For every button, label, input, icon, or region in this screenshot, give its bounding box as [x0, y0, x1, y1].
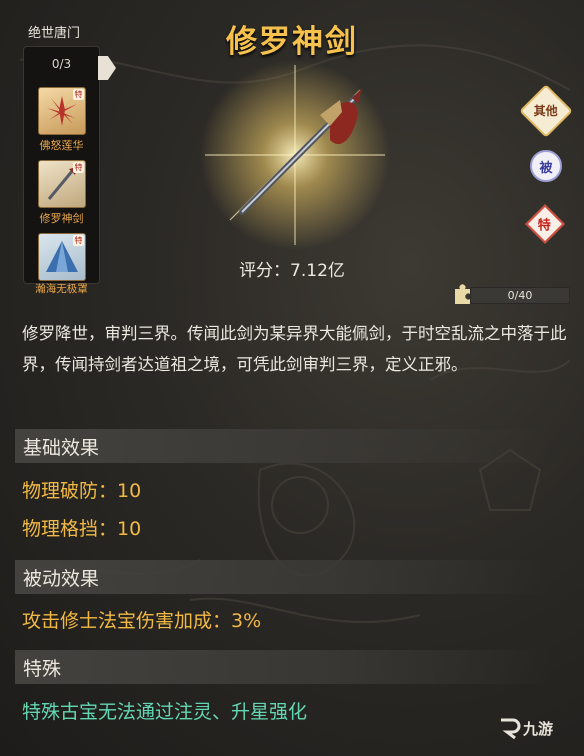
item-description: 修罗降世，审判三界。传闻此剑为某异界大能佩剑，于时空乱流之中落于此界，传闻持剑者…: [22, 324, 567, 374]
tag-passive-button[interactable]: 被: [530, 150, 562, 182]
section-basic-header: 基础效果: [15, 429, 550, 463]
section-title: 被动效果: [23, 568, 100, 590]
set-item-sword-icon[interactable]: 特: [38, 160, 86, 208]
set-item-label: 佛怒莲华: [39, 139, 84, 152]
section-title: 特殊: [23, 658, 62, 680]
site-logo: 九游: [495, 710, 575, 746]
item-score: 评分：7.12亿: [239, 261, 345, 281]
special-tag: 特: [73, 235, 84, 246]
item-title: 修罗神剑: [226, 24, 358, 60]
set-item-label: 修罗神剑: [39, 212, 84, 225]
fragment-progress-bar: 0/40: [470, 287, 570, 304]
set-item-label: 瀚海无极罩: [35, 283, 88, 295]
progress-text: 0/40: [507, 289, 533, 302]
special-tag: 特: [73, 89, 84, 100]
set-item-fonu-lianhua-icon[interactable]: 特: [38, 87, 86, 135]
effect-line: 攻击修士法宝伤害加成：3%: [22, 610, 262, 632]
set-panel: 0/3 特 佛怒莲华 特 修罗神剑 特 瀚海无极罩: [23, 46, 100, 295]
section-title: 基础效果: [23, 437, 100, 459]
logo-text: 九游: [523, 719, 554, 738]
tag-special-label: 特: [538, 218, 552, 234]
section-special-header: 特殊: [15, 650, 550, 684]
effect-line: 物理破防：10: [22, 480, 142, 502]
tag-other-label: 其他: [533, 103, 559, 118]
logo-icon: [501, 718, 521, 740]
effect-line: 物理格挡：10: [22, 518, 142, 540]
sword-artwork: [200, 60, 390, 250]
special-tag: 特: [73, 162, 84, 173]
section-passive-header: 被动效果: [15, 560, 550, 594]
special-line: 特殊古宝无法通过注灵、升星强化: [22, 701, 308, 723]
tag-passive-label: 被: [539, 160, 553, 176]
